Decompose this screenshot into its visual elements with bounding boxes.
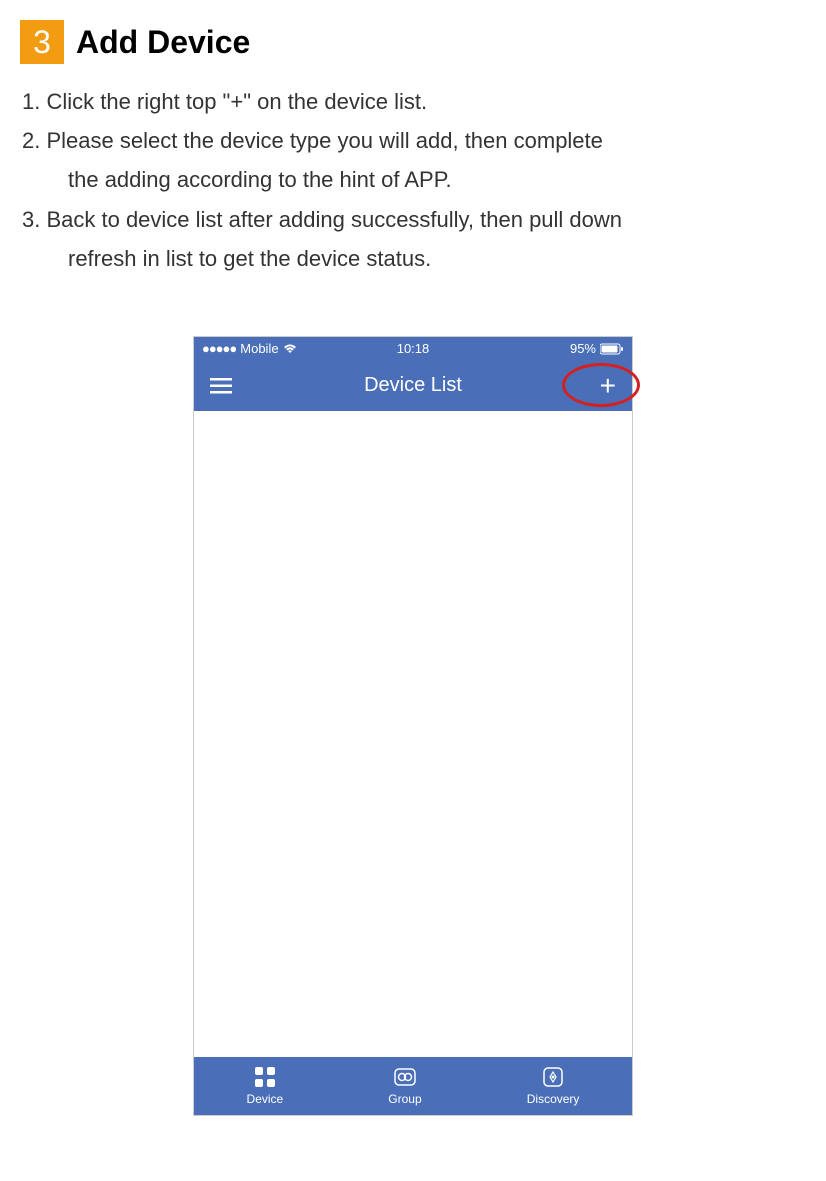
instruction-step-3: 3. Back to device list after adding succ… <box>22 202 806 237</box>
battery-percentage: 95% <box>570 341 596 356</box>
tab-device-label: Device <box>247 1092 284 1106</box>
discovery-tab-icon <box>539 1065 567 1089</box>
instruction-step-2-continuation: the adding according to the hint of APP. <box>22 162 806 197</box>
section-header: 3 Add Device <box>20 20 806 64</box>
status-bar: ●●●●● Mobile 10:18 95% <box>194 337 632 361</box>
tab-group[interactable]: Group <box>388 1065 421 1106</box>
wifi-icon <box>283 344 297 354</box>
instruction-step-3-continuation: refresh in list to get the device status… <box>22 241 806 276</box>
nav-title: Device List <box>364 374 462 397</box>
instructions-list: 1. Click the right top "+" on the device… <box>20 84 806 276</box>
tab-discovery-label: Discovery <box>527 1092 580 1106</box>
add-device-button[interactable]: + <box>600 372 616 400</box>
carrier-label: Mobile <box>240 341 278 356</box>
navigation-bar: Device List + <box>194 361 632 411</box>
status-bar-right: 95% <box>570 341 624 356</box>
phone-screenshot: ●●●●● Mobile 10:18 95% <box>193 336 633 1116</box>
section-title: Add Device <box>76 24 250 61</box>
phone-screen: ●●●●● Mobile 10:18 95% <box>193 336 633 1116</box>
instruction-step-2: 2. Please select the device type you wil… <box>22 123 806 158</box>
group-tab-icon <box>391 1065 419 1089</box>
battery-icon <box>600 343 624 355</box>
section-number-badge: 3 <box>20 20 64 64</box>
bottom-tab-bar: Device Group Discovery <box>194 1057 632 1115</box>
device-list-content[interactable] <box>194 411 632 1057</box>
device-tab-icon <box>251 1065 279 1089</box>
signal-dots-icon: ●●●●● <box>202 341 236 356</box>
status-time: 10:18 <box>397 341 430 356</box>
menu-icon[interactable] <box>210 378 232 394</box>
instruction-step-1: 1. Click the right top "+" on the device… <box>22 84 806 119</box>
tab-discovery[interactable]: Discovery <box>527 1065 580 1106</box>
tab-group-label: Group <box>388 1092 421 1106</box>
tab-device[interactable]: Device <box>247 1065 284 1106</box>
status-bar-left: ●●●●● Mobile <box>202 341 297 356</box>
